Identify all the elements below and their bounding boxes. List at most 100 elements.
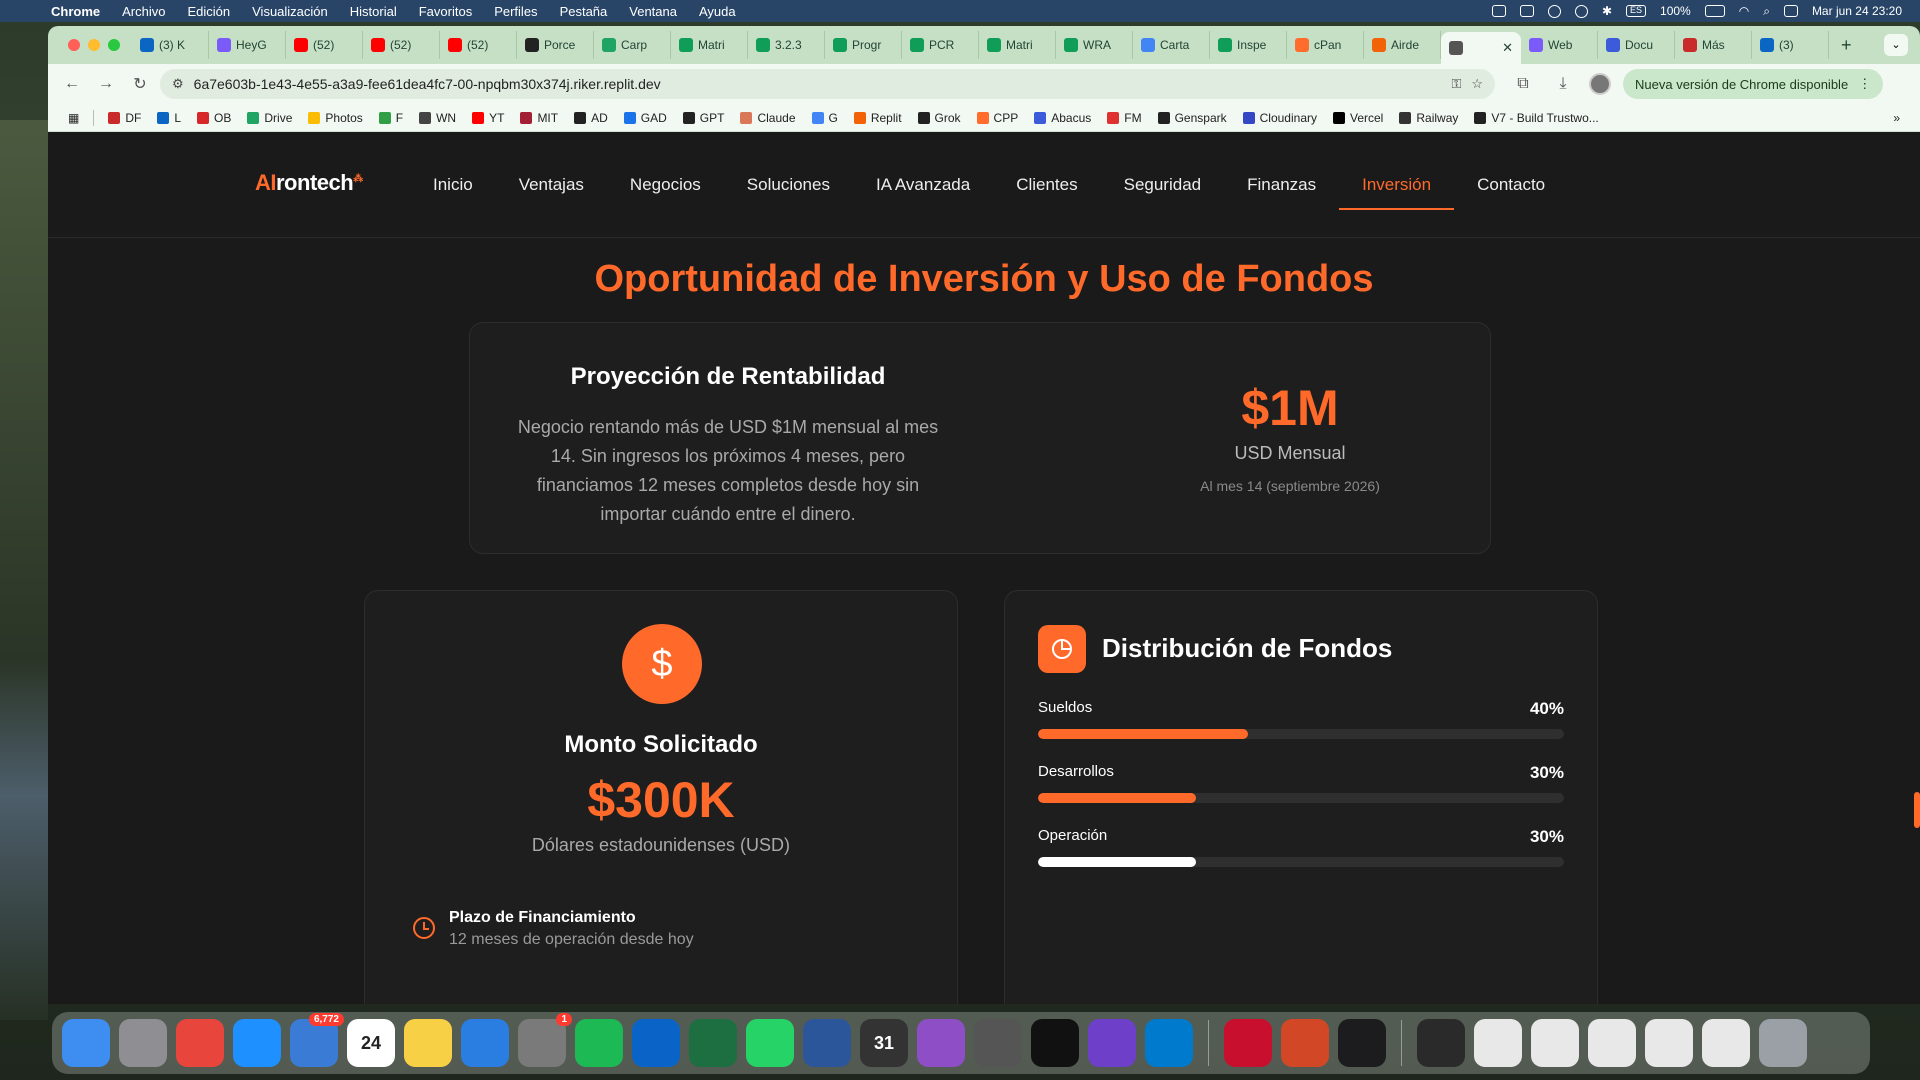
- tab[interactable]: Carta: [1133, 31, 1210, 59]
- orbit-app-icon[interactable]: [917, 1019, 965, 1067]
- control-center-icon[interactable]: [1783, 5, 1798, 17]
- bookmark-item[interactable]: Cloudinary: [1235, 111, 1325, 125]
- bookmark-item[interactable]: Vercel: [1325, 111, 1391, 125]
- bookmark-item[interactable]: Claude: [732, 111, 803, 125]
- chrome-icon[interactable]: [176, 1019, 224, 1067]
- bookmark-item[interactable]: CPP: [969, 111, 1027, 125]
- nav-link-finanzas[interactable]: Finanzas: [1224, 132, 1339, 238]
- tab[interactable]: HeyG: [209, 31, 286, 59]
- tab[interactable]: Progr: [825, 31, 902, 59]
- nav-link-clientes[interactable]: Clientes: [993, 132, 1100, 238]
- nav-link-seguridad[interactable]: Seguridad: [1101, 132, 1225, 238]
- retool-icon[interactable]: [1031, 1019, 1079, 1067]
- menu-item-6[interactable]: Pestaña: [549, 4, 619, 19]
- mail-icon[interactable]: 6,772: [290, 1013, 344, 1067]
- wifi-icon[interactable]: ◠: [1739, 4, 1749, 18]
- bookmark-item[interactable]: YT: [464, 111, 512, 125]
- nav-link-negocios[interactable]: Negocios: [607, 132, 724, 238]
- tab-active[interactable]: ✕: [1441, 32, 1521, 64]
- close-window-button[interactable]: [68, 39, 80, 51]
- word-icon[interactable]: [803, 1019, 851, 1067]
- menu-item-1[interactable]: Edición: [176, 4, 241, 19]
- nav-link-ia-avanzada[interactable]: IA Avanzada: [853, 132, 993, 238]
- bookmark-item[interactable]: FM: [1099, 111, 1149, 125]
- extensions-icon[interactable]: ⧉: [1509, 70, 1537, 98]
- site-info-icon[interactable]: ⚙: [172, 76, 184, 92]
- bookmark-item[interactable]: GPT: [675, 111, 733, 125]
- back-button[interactable]: ←: [58, 70, 86, 98]
- github-desktop-icon[interactable]: [1088, 1019, 1136, 1067]
- keynote-icon[interactable]: [461, 1019, 509, 1067]
- nav-link-inicio[interactable]: Inicio: [410, 132, 496, 238]
- bluetooth-icon[interactable]: ✱: [1602, 4, 1612, 18]
- window-3-icon[interactable]: [1531, 1019, 1579, 1067]
- bookmark-item[interactable]: F: [371, 111, 411, 125]
- quicktime-icon[interactable]: [1338, 1019, 1386, 1067]
- tab[interactable]: (52): [286, 31, 363, 59]
- minimize-window-button[interactable]: [88, 39, 100, 51]
- close-tab-icon[interactable]: ✕: [1502, 40, 1513, 56]
- apps-grid-icon[interactable]: ▦: [60, 111, 87, 125]
- new-tab-button[interactable]: +: [1829, 35, 1864, 56]
- tab[interactable]: Más: [1675, 31, 1752, 59]
- tab[interactable]: WRA: [1056, 31, 1133, 59]
- bookmark-item[interactable]: Drive: [239, 111, 300, 125]
- bookmark-item[interactable]: Abacus: [1026, 111, 1099, 125]
- menu-item-8[interactable]: Ayuda: [688, 4, 747, 19]
- powerpoint-icon[interactable]: [1281, 1019, 1329, 1067]
- tab[interactable]: 3.2.3: [748, 31, 825, 59]
- nav-link-inversión[interactable]: Inversión: [1339, 132, 1455, 238]
- window-6-icon[interactable]: [1702, 1019, 1750, 1067]
- page-scrollbar-thumb[interactable]: [1914, 792, 1920, 828]
- tab[interactable]: (3) K: [132, 31, 209, 59]
- calendar-31-icon[interactable]: 31: [860, 1019, 908, 1067]
- window-4-icon[interactable]: [1588, 1019, 1636, 1067]
- bookmark-item[interactable]: Replit: [846, 111, 910, 125]
- tab[interactable]: Carp: [594, 31, 671, 59]
- fullscreen-window-button[interactable]: [108, 39, 120, 51]
- menu-item-2[interactable]: Visualización: [241, 4, 339, 19]
- menu-item-0[interactable]: Archivo: [111, 4, 176, 19]
- site-logo[interactable]: AIrontech⁂: [255, 170, 363, 196]
- outlook-icon[interactable]: [632, 1019, 680, 1067]
- spotlight-search-icon[interactable]: ⌕: [1763, 4, 1770, 19]
- profile-avatar[interactable]: [1589, 73, 1611, 95]
- tab[interactable]: (52): [440, 31, 517, 59]
- input-source-indicator[interactable]: ES: [1626, 5, 1647, 17]
- password-key-icon[interactable]: ⚿: [1451, 76, 1461, 92]
- reload-button[interactable]: ↻: [126, 70, 154, 98]
- nav-link-contacto[interactable]: Contacto: [1454, 132, 1568, 238]
- calendar-icon[interactable]: 24: [347, 1019, 395, 1067]
- bookmark-item[interactable]: Grok: [910, 111, 969, 125]
- url-text[interactable]: 6a7e603b-1e43-4e55-a3a9-fee61dea4fc7-00-…: [194, 76, 1442, 92]
- forward-button[interactable]: →: [92, 70, 120, 98]
- tab[interactable]: (3): [1752, 31, 1829, 59]
- headphones-icon[interactable]: [1574, 4, 1588, 18]
- tab-search-button[interactable]: ⌄: [1884, 34, 1908, 56]
- tab[interactable]: PCR: [902, 31, 979, 59]
- battery-icon[interactable]: [1704, 5, 1725, 17]
- window-2-icon[interactable]: [1474, 1019, 1522, 1067]
- notes-icon[interactable]: [404, 1019, 452, 1067]
- tab[interactable]: Airde: [1364, 31, 1441, 59]
- address-bar[interactable]: ⚙ 6a7e603b-1e43-4e55-a3a9-fee61dea4fc7-0…: [160, 69, 1495, 99]
- bookmark-item[interactable]: OB: [189, 111, 239, 125]
- tab[interactable]: Web: [1521, 31, 1598, 59]
- launchpad-icon[interactable]: [119, 1019, 167, 1067]
- window-1-icon[interactable]: [1417, 1019, 1465, 1067]
- spotify-icon[interactable]: [575, 1019, 623, 1067]
- finder-icon[interactable]: [62, 1019, 110, 1067]
- vscode-icon[interactable]: [1145, 1019, 1193, 1067]
- tab[interactable]: Docu: [1598, 31, 1675, 59]
- tab[interactable]: (52): [363, 31, 440, 59]
- bookmark-item[interactable]: G: [804, 111, 846, 125]
- menu-item-7[interactable]: Ventana: [618, 4, 688, 19]
- whatsapp-icon[interactable]: [746, 1019, 794, 1067]
- system-settings-icon[interactable]: 1: [518, 1013, 572, 1067]
- downloads-icon[interactable]: ⤓: [1549, 70, 1577, 98]
- menu-item-3[interactable]: Historial: [339, 4, 408, 19]
- chrome-update-button[interactable]: Nueva versión de Chrome disponible ⋮: [1623, 69, 1884, 99]
- tab[interactable]: Inspe: [1210, 31, 1287, 59]
- acrobat-icon[interactable]: [1224, 1019, 1272, 1067]
- bookmark-item[interactable]: MIT: [512, 111, 566, 125]
